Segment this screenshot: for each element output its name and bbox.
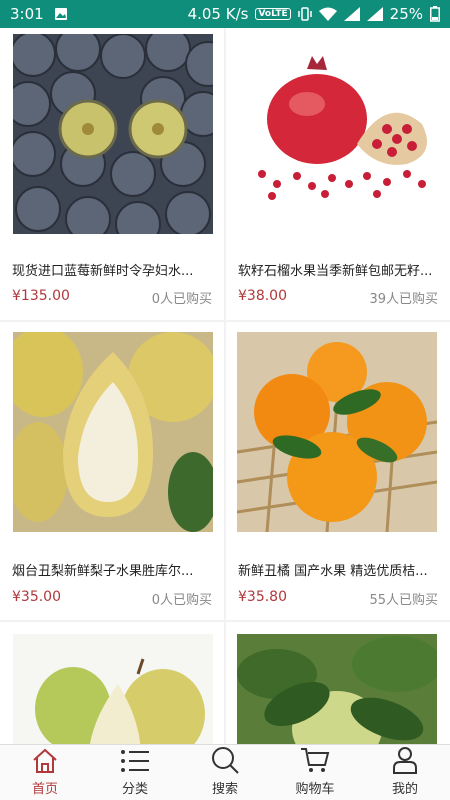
vibrate-icon xyxy=(297,7,312,21)
pomegranate-image xyxy=(237,34,437,234)
image-notification-icon xyxy=(54,8,67,20)
product-sold-count: 0人已购买 xyxy=(151,593,212,608)
tab-category[interactable]: 分类 xyxy=(90,745,180,800)
product-price: ¥135.00 xyxy=(12,288,70,304)
product-card[interactable]: 新鲜丑橘 国产水果 精选优质桔... ¥35.80 55人已购买 xyxy=(226,322,450,620)
product-card[interactable]: 烟台丑梨新鲜梨子水果胜库尔... ¥35.00 0人已购买 xyxy=(0,322,224,620)
blueberry-image xyxy=(13,34,213,234)
tab-profile-label: 我的 xyxy=(391,782,418,797)
network-speed: 4.05 K/s xyxy=(187,5,249,23)
product-grid: 现货进口蓝莓新鲜时令孕妇水... ¥135.00 0人已购买 软籽石榴水果当季新… xyxy=(0,28,450,744)
search-icon xyxy=(212,747,239,774)
product-title: 新鲜丑橘 国产水果 精选优质桔... xyxy=(238,564,428,579)
battery-percent: 25% xyxy=(389,5,423,23)
cart-icon xyxy=(301,748,330,772)
pear-image xyxy=(13,634,213,744)
tab-cart-label: 购物车 xyxy=(295,782,335,797)
product-title: 软籽石榴水果当季新鲜包邮无籽... xyxy=(238,264,433,279)
product-sold-count: 0人已购买 xyxy=(151,292,212,307)
product-title: 现货进口蓝莓新鲜时令孕妇水... xyxy=(12,264,194,279)
category-list-icon xyxy=(121,750,149,772)
volte-badge: VoLTE xyxy=(255,8,291,20)
product-sold-count: 39人已购买 xyxy=(369,292,438,307)
home-icon xyxy=(33,748,57,773)
signal-icon-2 xyxy=(366,7,383,21)
profile-icon xyxy=(393,747,417,774)
tab-search[interactable]: 搜索 xyxy=(180,745,270,800)
product-card[interactable]: 软籽石榴水果当季新鲜包邮无籽... ¥38.00 39人已购买 xyxy=(226,28,450,320)
wifi-icon xyxy=(318,7,337,21)
tab-profile[interactable]: 我的 xyxy=(360,745,450,800)
product-title: 烟台丑梨新鲜梨子水果胜库尔... xyxy=(12,564,194,579)
pomelo-tree-image xyxy=(237,634,437,744)
product-price: ¥35.00 xyxy=(12,589,61,605)
signal-icon xyxy=(343,7,360,21)
tab-home-label: 首页 xyxy=(31,782,58,797)
battery-icon xyxy=(430,6,440,22)
status-bar: 3:01 4.05 K/s VoLTE 25% xyxy=(0,0,450,28)
product-price: ¥38.00 xyxy=(238,288,287,304)
tab-home[interactable]: 首页 xyxy=(0,745,90,800)
status-time: 3:01 xyxy=(10,5,44,23)
tab-search-label: 搜索 xyxy=(211,782,238,797)
tab-cart[interactable]: 购物车 xyxy=(270,745,360,800)
product-card[interactable]: 现货进口蓝莓新鲜时令孕妇水... ¥135.00 0人已购买 xyxy=(0,28,224,320)
tab-category-label: 分类 xyxy=(121,782,148,797)
product-card[interactable] xyxy=(0,622,224,744)
ugly-pear-image xyxy=(13,332,213,532)
bottom-tab-bar: 首页 分类 搜索 购物车 我的 xyxy=(0,744,450,800)
product-price: ¥35.80 xyxy=(238,589,287,605)
product-card[interactable] xyxy=(226,622,450,744)
dekopon-image xyxy=(237,332,437,532)
product-sold-count: 55人已购买 xyxy=(369,593,438,608)
